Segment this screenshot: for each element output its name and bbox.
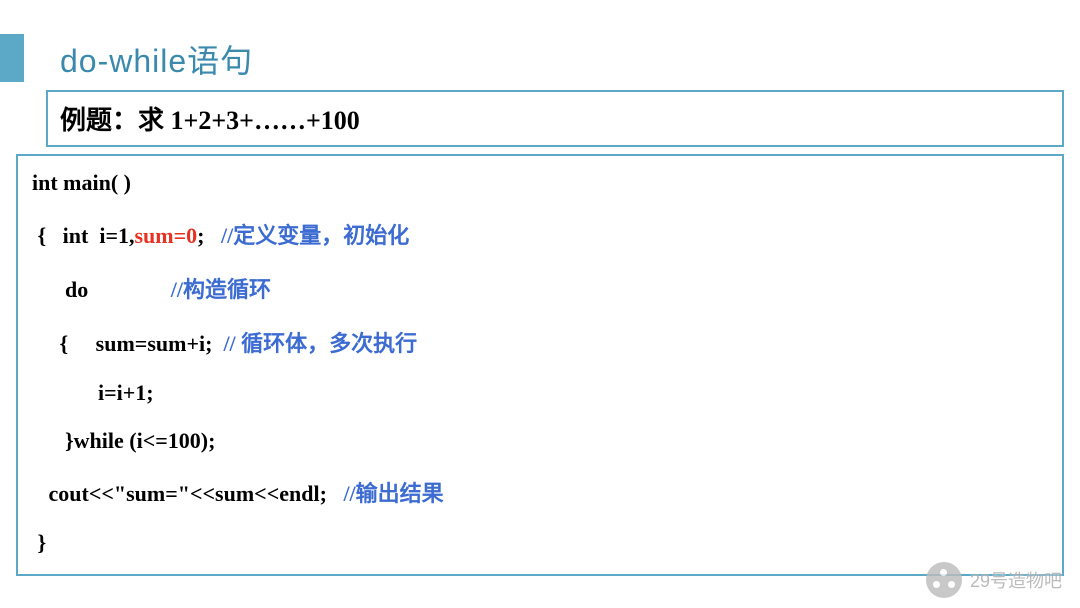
code-line-2: { int i=1,sum=0; //定义变量，初始化 [32,218,1048,250]
problem-box: 例题：求 1+2+3+……+100 [46,90,1064,147]
code-box: int main( ) { int i=1,sum=0; //定义变量，初始化 … [16,154,1064,576]
watermark: 29号造物吧 [926,562,1062,598]
code-line-5: i=i+1; [32,380,1048,406]
problem-text: 例题：求 1+2+3+……+100 [60,100,1050,137]
slide-title: do-while语句 [60,36,253,82]
watermark-text: 29号造物吧 [970,567,1062,593]
wechat-icon [926,562,962,598]
code-line-8: } [32,530,1048,556]
code-line-4: { sum=sum+i; // 循环体，多次执行 [32,326,1048,358]
code-line-6: }while (i<=100); [32,428,1048,454]
code-line-7: cout<<"sum="<<sum<<endl; //输出结果 [32,476,1048,508]
accent-bar [0,34,24,82]
code-line-1: int main( ) [32,170,1048,196]
code-line-3: do //构造循环 [32,272,1048,304]
